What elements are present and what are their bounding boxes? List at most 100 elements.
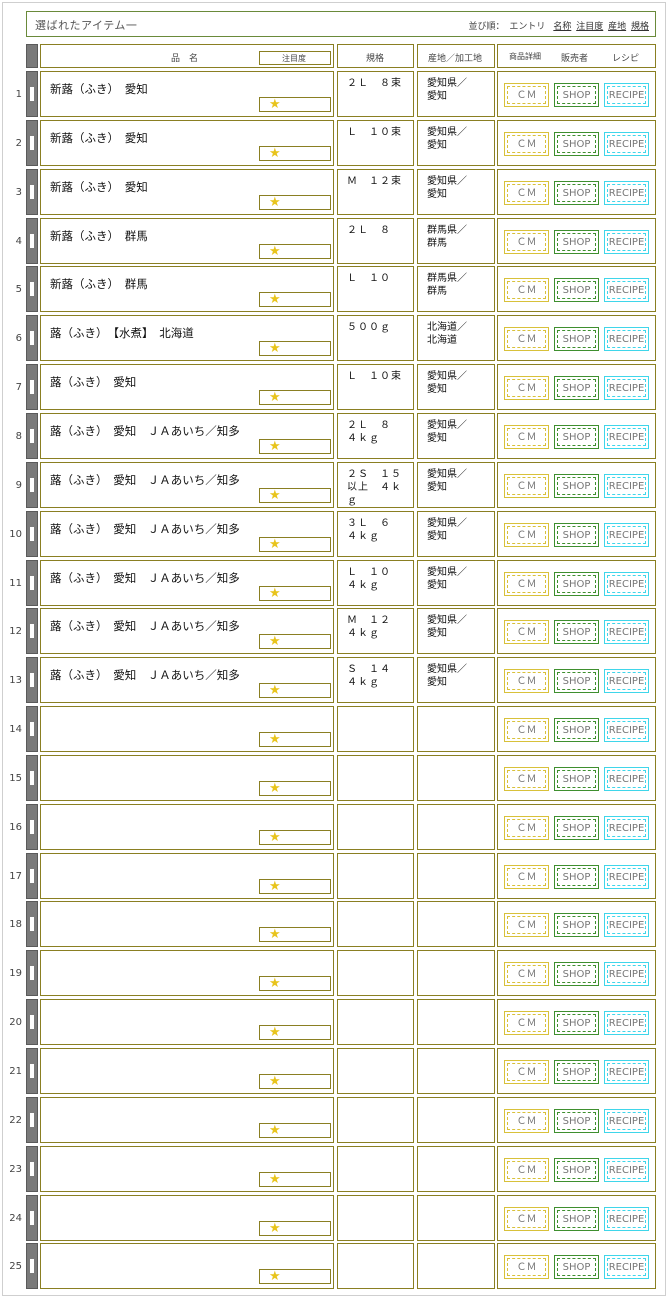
shop-button[interactable]: SHOP [554, 376, 599, 400]
star-icon[interactable]: ★ [269, 732, 281, 747]
recipe-button[interactable]: RECIPE [604, 83, 649, 107]
row-select-handle[interactable] [26, 364, 38, 410]
recipe-button[interactable]: RECIPE [604, 1060, 649, 1084]
attention-rating[interactable]: ★ [259, 781, 331, 796]
cm-button[interactable]: ＣＭ [504, 962, 549, 986]
recipe-button[interactable]: RECIPE [604, 474, 649, 498]
row-select-handle[interactable] [26, 266, 38, 312]
shop-button[interactable]: SHOP [554, 620, 599, 644]
sort-option-spec[interactable]: 規格 [631, 22, 649, 32]
shop-button[interactable]: SHOP [554, 83, 599, 107]
item-name[interactable]: 蕗（ふき） 愛知 ＪＡあいち／知多 [50, 472, 240, 488]
shop-button[interactable]: SHOP [554, 132, 599, 156]
star-icon[interactable]: ★ [269, 195, 281, 210]
shop-button[interactable]: SHOP [554, 278, 599, 302]
row-select-handle[interactable] [26, 120, 38, 166]
shop-button[interactable]: SHOP [554, 816, 599, 840]
shop-button[interactable]: SHOP [554, 718, 599, 742]
star-icon[interactable]: ★ [269, 781, 281, 796]
shop-button[interactable]: SHOP [554, 327, 599, 351]
recipe-button[interactable]: RECIPE [604, 425, 649, 449]
attention-rating[interactable]: ★ [259, 976, 331, 991]
attention-rating[interactable]: ★ [259, 292, 331, 307]
attention-rating[interactable]: ★ [259, 586, 331, 601]
attention-rating[interactable]: ★ [259, 244, 331, 259]
recipe-button[interactable]: RECIPE [604, 816, 649, 840]
cm-button[interactable]: ＣＭ [504, 913, 549, 937]
row-select-handle[interactable] [26, 999, 38, 1045]
attention-rating[interactable]: ★ [259, 390, 331, 405]
star-icon[interactable]: ★ [269, 1221, 281, 1236]
row-select-handle[interactable] [26, 1146, 38, 1192]
recipe-button[interactable]: RECIPE [604, 865, 649, 889]
cm-button[interactable]: ＣＭ [504, 572, 549, 596]
recipe-button[interactable]: RECIPE [604, 1255, 649, 1279]
attention-rating[interactable]: ★ [259, 1074, 331, 1089]
star-icon[interactable]: ★ [269, 292, 281, 307]
recipe-button[interactable]: RECIPE [604, 376, 649, 400]
shop-button[interactable]: SHOP [554, 669, 599, 693]
recipe-button[interactable]: RECIPE [604, 278, 649, 302]
star-icon[interactable]: ★ [269, 586, 281, 601]
attention-rating[interactable]: ★ [259, 195, 331, 210]
cm-button[interactable]: ＣＭ [504, 376, 549, 400]
star-icon[interactable]: ★ [269, 146, 281, 161]
attention-rating[interactable]: ★ [259, 732, 331, 747]
attention-rating[interactable]: ★ [259, 1172, 331, 1187]
cm-button[interactable]: ＣＭ [504, 767, 549, 791]
shop-button[interactable]: SHOP [554, 425, 599, 449]
row-select-handle[interactable] [26, 560, 38, 606]
row-select-handle[interactable] [26, 950, 38, 996]
attention-rating[interactable]: ★ [259, 1221, 331, 1236]
cm-button[interactable]: ＣＭ [504, 1255, 549, 1279]
item-name[interactable]: 新蕗（ふき） 群馬 [50, 276, 148, 292]
star-icon[interactable]: ★ [269, 97, 281, 112]
star-icon[interactable]: ★ [269, 634, 281, 649]
row-select-handle[interactable] [26, 462, 38, 508]
row-select-handle[interactable] [26, 706, 38, 752]
shop-button[interactable]: SHOP [554, 1255, 599, 1279]
item-name[interactable]: 新蕗（ふき） 愛知 [50, 179, 148, 195]
attention-rating[interactable]: ★ [259, 1123, 331, 1138]
star-icon[interactable]: ★ [269, 830, 281, 845]
cm-button[interactable]: ＣＭ [504, 620, 549, 644]
row-select-handle[interactable] [26, 755, 38, 801]
shop-button[interactable]: SHOP [554, 230, 599, 254]
star-icon[interactable]: ★ [269, 1269, 281, 1284]
cm-button[interactable]: ＣＭ [504, 718, 549, 742]
recipe-button[interactable]: RECIPE [604, 669, 649, 693]
recipe-button[interactable]: RECIPE [604, 132, 649, 156]
item-name[interactable]: 蕗（ふき） 愛知 ＪＡあいち／知多 [50, 618, 240, 634]
sort-option-entry[interactable]: エントリ [509, 22, 545, 32]
cm-button[interactable]: ＣＭ [504, 1109, 549, 1133]
attention-rating[interactable]: ★ [259, 830, 331, 845]
cm-button[interactable]: ＣＭ [504, 132, 549, 156]
shop-button[interactable]: SHOP [554, 767, 599, 791]
row-select-handle[interactable] [26, 901, 38, 947]
star-icon[interactable]: ★ [269, 488, 281, 503]
recipe-button[interactable]: RECIPE [604, 327, 649, 351]
cm-button[interactable]: ＣＭ [504, 474, 549, 498]
row-select-handle[interactable] [26, 1048, 38, 1094]
recipe-button[interactable]: RECIPE [604, 1158, 649, 1182]
row-select-handle[interactable] [26, 1097, 38, 1143]
row-select-handle[interactable] [26, 315, 38, 361]
shop-button[interactable]: SHOP [554, 1109, 599, 1133]
item-name[interactable]: 新蕗（ふき） 愛知 [50, 130, 148, 146]
cm-button[interactable]: ＣＭ [504, 1011, 549, 1035]
row-select-handle[interactable] [26, 511, 38, 557]
row-select-handle[interactable] [26, 657, 38, 703]
item-name[interactable]: 蕗（ふき） 愛知 ＪＡあいち／知多 [50, 667, 240, 683]
recipe-button[interactable]: RECIPE [604, 1109, 649, 1133]
shop-button[interactable]: SHOP [554, 1060, 599, 1084]
star-icon[interactable]: ★ [269, 1172, 281, 1187]
star-icon[interactable]: ★ [269, 537, 281, 552]
attention-rating[interactable]: ★ [259, 439, 331, 454]
cm-button[interactable]: ＣＭ [504, 865, 549, 889]
shop-button[interactable]: SHOP [554, 865, 599, 889]
star-icon[interactable]: ★ [269, 390, 281, 405]
recipe-button[interactable]: RECIPE [604, 962, 649, 986]
cm-button[interactable]: ＣＭ [504, 1060, 549, 1084]
attention-rating[interactable]: ★ [259, 1025, 331, 1040]
sort-option-origin[interactable]: 産地 [608, 22, 626, 32]
